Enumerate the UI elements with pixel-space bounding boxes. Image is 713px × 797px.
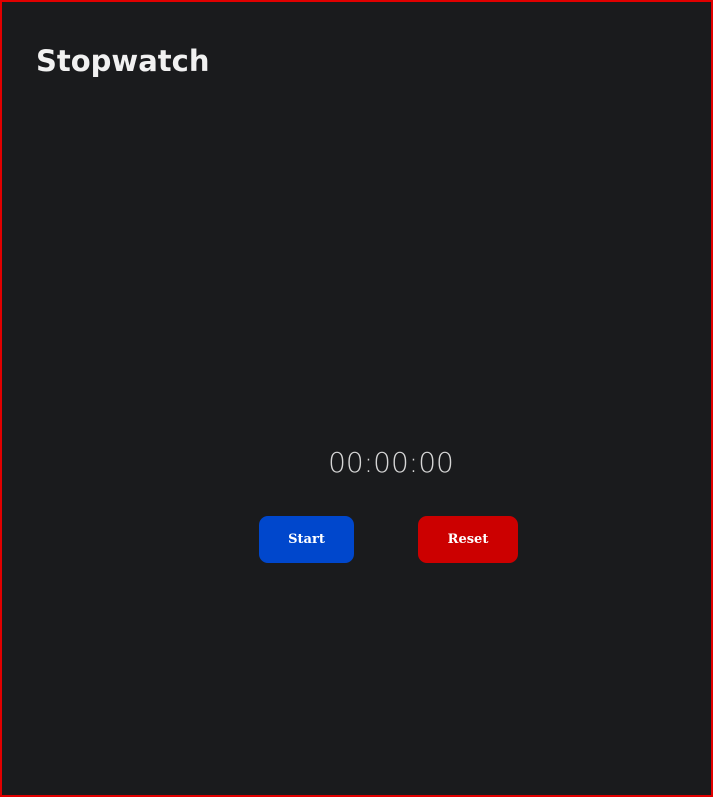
time-display: 00:00:00 bbox=[328, 446, 454, 479]
reset-button[interactable]: Reset bbox=[418, 516, 518, 563]
page-title: Stopwatch bbox=[36, 44, 210, 78]
start-button[interactable]: Start bbox=[259, 516, 354, 563]
app-window: Stopwatch 00:00:00 Start Reset bbox=[0, 0, 713, 797]
